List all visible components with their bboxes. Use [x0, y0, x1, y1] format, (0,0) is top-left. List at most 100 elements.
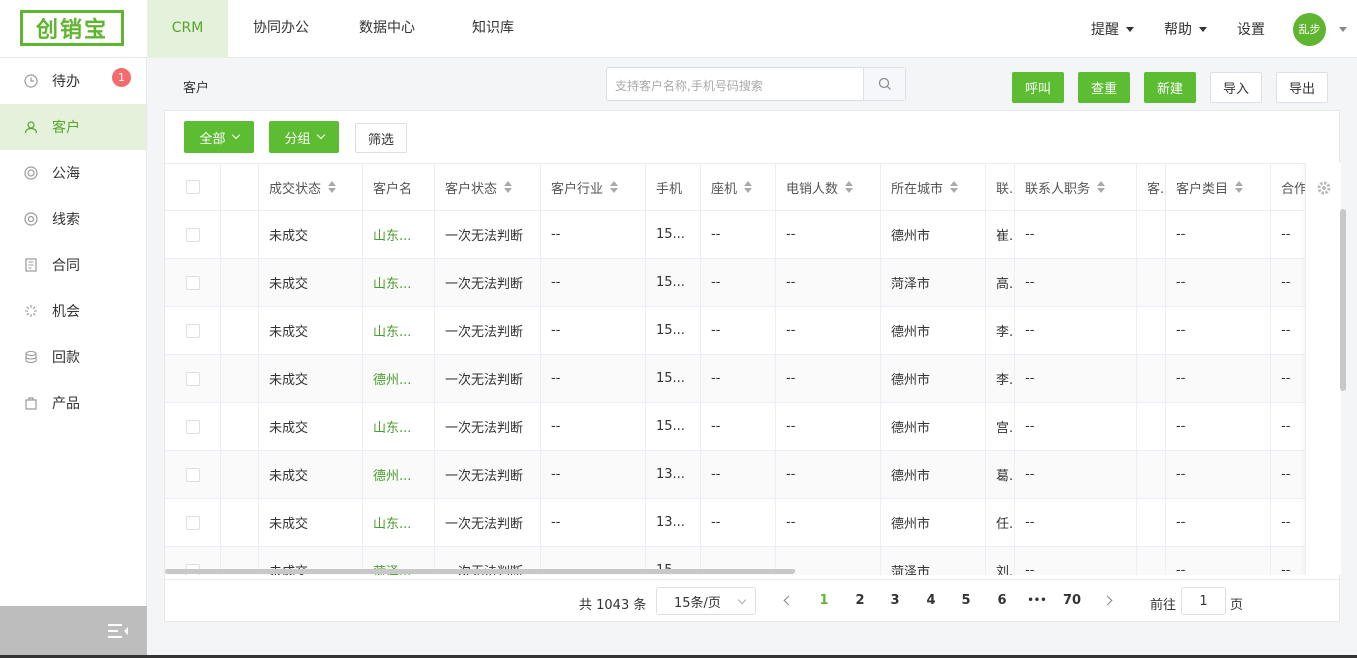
sidebar-item-contract[interactable]: 合同	[0, 242, 146, 288]
sort-icon[interactable]	[1097, 181, 1106, 193]
row-checkbox[interactable]	[185, 227, 200, 242]
top-nav-knowledge[interactable]: 知识库	[440, 0, 546, 58]
top-nav-crm[interactable]: CRM	[147, 0, 228, 58]
sidebar-item-opportunity[interactable]: 机会	[0, 288, 146, 334]
sort-icon[interactable]	[1235, 181, 1244, 193]
gear-icon[interactable]	[1316, 180, 1332, 196]
sidebar-collapse-button[interactable]	[0, 606, 147, 658]
sort-icon[interactable]	[328, 181, 337, 193]
page-2[interactable]: 2	[850, 593, 870, 608]
table-row[interactable]: 未成交德州...一次无法判断--15...----德州市李...------	[165, 355, 1341, 403]
row-checkbox[interactable]	[185, 419, 200, 434]
col-customer-short[interactable]: 客.	[1137, 164, 1166, 210]
col-sales-count[interactable]: 电销人数	[776, 164, 881, 210]
search-button[interactable]	[863, 68, 905, 100]
col-label: 联.	[996, 181, 1014, 197]
row-checkbox[interactable]	[185, 323, 200, 338]
prev-page-icon[interactable]	[783, 595, 794, 606]
sort-icon[interactable]	[504, 181, 513, 193]
select-all-checkbox[interactable]	[185, 180, 200, 194]
sort-icon[interactable]	[610, 181, 619, 193]
cell-sales: --	[776, 355, 881, 402]
cell-status: 一次无法判断	[435, 403, 541, 450]
app-logo[interactable]: 创销宝	[20, 10, 124, 46]
horizontal-scrollbar[interactable]	[165, 569, 795, 574]
col-customer-name[interactable]: 客户名	[363, 164, 435, 210]
top-nav-collab[interactable]: 协同办公	[228, 0, 334, 58]
search-input[interactable]: 支持客户名称,手机号码搜索	[606, 67, 906, 101]
page-4[interactable]: 4	[921, 593, 941, 608]
top-nav-data[interactable]: 数据中心	[334, 0, 440, 58]
page-ellipsis[interactable]: •••	[1027, 595, 1047, 606]
table-row[interactable]: 未成交德州...一次无法判断--13...----德州市葛...------	[165, 451, 1341, 499]
col-category[interactable]: 客户类目	[1166, 164, 1271, 210]
vertical-scrollbar[interactable]	[1340, 209, 1346, 391]
sidebar-item-todo[interactable]: 待办 1	[0, 58, 146, 104]
col-label: 客户类目	[1176, 181, 1229, 197]
page-6[interactable]: 6	[992, 593, 1012, 608]
page-size-select[interactable]: 15条/页	[656, 587, 756, 615]
new-button[interactable]: 新建	[1144, 72, 1196, 103]
cell-name[interactable]: 山东...	[363, 499, 435, 546]
table-row[interactable]: 未成交山东...一次无法判断--15...----德州市宫...------	[165, 403, 1341, 451]
row-checkbox[interactable]	[185, 467, 200, 482]
sidebar-item-customer[interactable]: 客户	[0, 104, 146, 150]
chevron-down-icon	[316, 130, 325, 140]
row-select-cell	[165, 211, 221, 258]
table-row[interactable]: 未成交山东...一次无法判断--13...----德州市任...------	[165, 499, 1341, 547]
next-page-icon[interactable]	[1102, 595, 1113, 606]
col-mobile[interactable]: 手机	[646, 164, 701, 210]
settings-link[interactable]: 设置	[1237, 19, 1265, 39]
remind-menu[interactable]: 提醒	[1091, 19, 1134, 39]
sidebar-item-leads[interactable]: 线索	[0, 196, 146, 242]
sidebar-item-label: 待办	[52, 74, 80, 90]
sidebar-item-product[interactable]: 产品	[0, 380, 146, 426]
sort-icon[interactable]	[845, 181, 854, 193]
cell-name[interactable]: 山东...	[363, 307, 435, 354]
col-city[interactable]: 所在城市	[881, 164, 986, 210]
col-contact[interactable]: 联.	[986, 164, 1015, 210]
cell-name[interactable]: 山东...	[363, 403, 435, 450]
dedupe-button[interactable]: 查重	[1078, 72, 1130, 103]
sort-icon[interactable]	[950, 181, 959, 193]
col-contact-title[interactable]: 联系人职务	[1015, 164, 1137, 210]
avatar[interactable]: 乱步	[1293, 12, 1326, 46]
row-select-cell	[165, 451, 221, 498]
sort-icon[interactable]	[744, 181, 753, 193]
cell-title: --	[1015, 211, 1137, 258]
sidebar-item-payment[interactable]: 回款	[0, 334, 146, 380]
cell-phone: --	[701, 499, 776, 546]
row-checkbox[interactable]	[185, 371, 200, 386]
page-1[interactable]: 1	[814, 593, 834, 608]
page-3[interactable]: 3	[885, 593, 905, 608]
table-row[interactable]: 未成交山东...一次无法判断--15...----德州市李...------	[165, 307, 1341, 355]
page-70[interactable]: 70	[1063, 593, 1081, 608]
col-label: 成交状态	[269, 181, 322, 197]
col-industry[interactable]: 客户行业	[541, 164, 646, 210]
cell-status: 一次无法判断	[435, 451, 541, 498]
cell-name[interactable]: 德州...	[363, 355, 435, 402]
sidebar-item-sea[interactable]: 公海	[0, 150, 146, 196]
cell-name[interactable]: 山东...	[363, 259, 435, 306]
col-deal-status[interactable]: 成交状态	[259, 164, 363, 210]
col-phone[interactable]: 座机	[701, 164, 776, 210]
row-checkbox[interactable]	[185, 515, 200, 530]
cell-title: --	[1015, 499, 1137, 546]
table-row[interactable]: 未成交山东...一次无法判断--15...----菏泽市高...------	[165, 259, 1341, 307]
cell-c	[1137, 451, 1166, 498]
call-button[interactable]: 呼叫	[1012, 72, 1064, 103]
filter-button[interactable]: 筛选	[355, 123, 407, 153]
all-dropdown[interactable]: 全部	[184, 121, 254, 153]
export-button[interactable]: 导出	[1276, 72, 1328, 103]
row-checkbox[interactable]	[185, 275, 200, 290]
cell-name[interactable]: 德州...	[363, 451, 435, 498]
cell-name[interactable]: 山东...	[363, 211, 435, 258]
help-menu[interactable]: 帮助	[1164, 19, 1207, 39]
import-button[interactable]: 导入	[1210, 72, 1262, 103]
page-5[interactable]: 5	[956, 593, 976, 608]
col-customer-status[interactable]: 客户状态	[435, 164, 541, 210]
table-row[interactable]: 未成交山东...一次无法判断--15...----德州市崔...------	[165, 211, 1341, 259]
goto-page-input[interactable]: 1	[1181, 587, 1226, 615]
chevron-down-icon[interactable]	[1339, 26, 1347, 32]
group-dropdown[interactable]: 分组	[269, 121, 339, 153]
